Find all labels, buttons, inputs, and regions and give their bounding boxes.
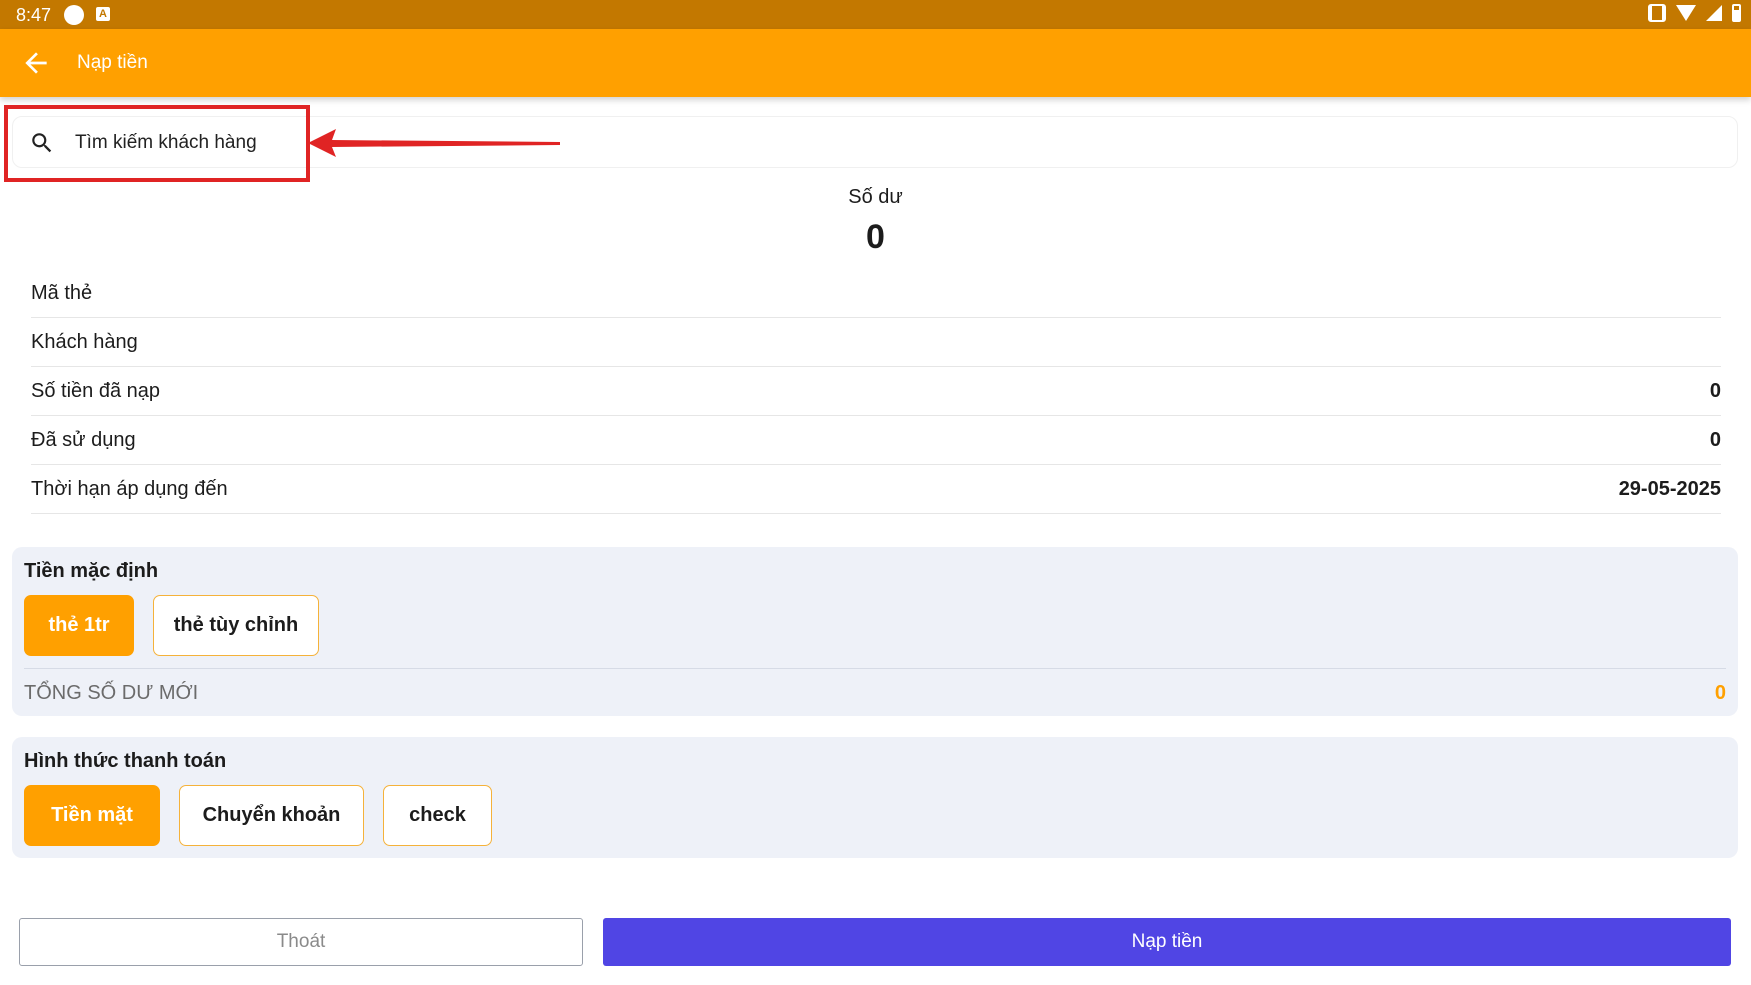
default-amount-title: Tiền mặc định [24, 560, 159, 582]
customer-search[interactable] [12, 116, 1738, 168]
info-row-topped-up: Số tiền đã nạp 0 [31, 367, 1721, 416]
status-time: 8:47 [16, 5, 52, 25]
default-amount-panel: Tiền mặc định thẻ 1tr thẻ tùy chỉnh TỔNG… [12, 547, 1738, 716]
notification-circle-icon [64, 5, 84, 25]
back-button[interactable] [20, 47, 52, 79]
info-label: Số tiền đã nạp [31, 380, 160, 402]
topup-button[interactable]: Nạp tiền [603, 918, 1731, 966]
info-label: Khách hàng [31, 331, 138, 353]
exit-button[interactable]: Thoát [19, 918, 583, 966]
payment-option-check[interactable]: check [383, 785, 492, 846]
info-label: Đã sử dụng [31, 429, 136, 451]
signal-icon [1706, 5, 1722, 21]
new-total-value: 0 [1714, 682, 1726, 704]
info-row-used: Đã sử dụng 0 [31, 416, 1721, 465]
arrow-left-icon [25, 52, 47, 74]
balance-label: Số dư [848, 186, 903, 208]
info-value: 29-05-2025 [1618, 478, 1721, 500]
vibrate-icon [1648, 4, 1666, 22]
info-row-expiry: Thời hạn áp dụng đến 29-05-2025 [31, 465, 1721, 514]
search-input[interactable] [75, 127, 1715, 159]
info-value: 0 [1709, 380, 1721, 402]
wifi-icon [1676, 5, 1696, 21]
battery-icon [1732, 4, 1741, 22]
info-row-customer: Khách hàng [31, 318, 1721, 367]
amount-option-custom[interactable]: thẻ tùy chỉnh [153, 595, 319, 656]
app-bar: Nạp tiền [0, 29, 1751, 97]
page-title: Nạp tiền [77, 52, 148, 73]
info-label: Thời hạn áp dụng đến [31, 478, 228, 500]
info-label: Mã thẻ [31, 282, 93, 304]
payment-method-title: Hình thức thanh toán [24, 750, 227, 772]
info-value: 0 [1709, 429, 1721, 451]
amount-option-1tr[interactable]: thẻ 1tr [24, 595, 134, 656]
notification-app-icon: A [96, 7, 110, 21]
payment-option-cash[interactable]: Tiền mặt [24, 785, 160, 846]
divider [24, 668, 1726, 669]
status-bar: 8:47 A [0, 0, 1751, 29]
info-row-card-code: Mã thẻ [31, 269, 1721, 318]
payment-option-transfer[interactable]: Chuyển khoản [179, 785, 364, 846]
status-icons [1648, 4, 1741, 22]
new-total-label: TỔNG SỐ DƯ MỚI [24, 682, 199, 704]
search-icon [32, 133, 52, 153]
balance-value: 0 [866, 218, 885, 256]
payment-method-panel: Hình thức thanh toán Tiền mặt Chuyển kho… [12, 737, 1738, 858]
